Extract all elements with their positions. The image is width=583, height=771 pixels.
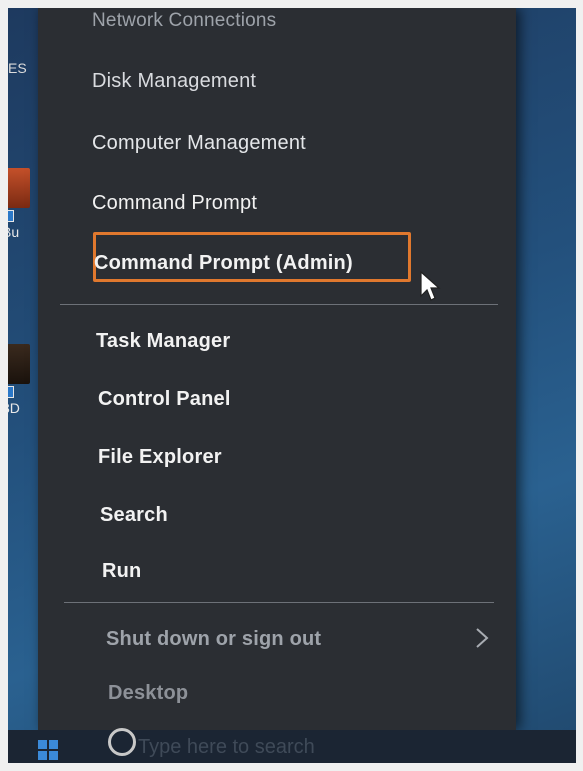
taskbar-search-box[interactable]: Type here to search bbox=[138, 736, 315, 759]
menu-item-run[interactable]: Run bbox=[102, 560, 141, 583]
menu-item-search[interactable]: Search bbox=[100, 504, 168, 527]
photo-frame: ES Bu 3D Network Connections Disk Manage… bbox=[0, 0, 583, 771]
menu-item-control-panel[interactable]: Control Panel bbox=[98, 388, 231, 411]
desktop-icon-2-thumb bbox=[8, 344, 30, 384]
desktop-icon-1-label: Bu bbox=[8, 224, 20, 240]
menu-item-command-prompt[interactable]: Command Prompt bbox=[92, 192, 257, 215]
menu-separator-2 bbox=[64, 602, 494, 603]
desktop-icon-2[interactable]: 3D bbox=[8, 344, 32, 416]
menu-item-computer-management[interactable]: Computer Management bbox=[92, 132, 306, 155]
menu-item-file-explorer[interactable]: File Explorer bbox=[98, 446, 222, 469]
chevron-right-icon[interactable] bbox=[474, 626, 490, 650]
desktop-icon-1[interactable]: Bu bbox=[8, 168, 32, 240]
menu-item-task-manager[interactable]: Task Manager bbox=[96, 330, 230, 353]
search-icon[interactable] bbox=[108, 728, 136, 756]
menu-item-command-prompt-admin[interactable]: Command Prompt (Admin) bbox=[94, 252, 353, 275]
menu-item-disk-management[interactable]: Disk Management bbox=[92, 70, 256, 93]
mouse-cursor-icon bbox=[420, 270, 441, 301]
menu-item-desktop[interactable]: Desktop bbox=[108, 682, 188, 705]
desktop-icon-2-label: 3D bbox=[8, 400, 20, 416]
winx-context-menu: Network Connections Disk Management Comp… bbox=[38, 8, 516, 730]
taskbar: Type here to search bbox=[8, 728, 576, 763]
desktop-screen: ES Bu 3D Network Connections Disk Manage… bbox=[8, 8, 576, 763]
desktop-icon-1-thumb bbox=[8, 168, 30, 208]
menu-item-shut-down-or-sign-out[interactable]: Shut down or sign out bbox=[106, 628, 321, 651]
shortcut-arrow-icon bbox=[8, 210, 14, 222]
shortcut-arrow-icon bbox=[8, 386, 14, 398]
menu-item-network-connections[interactable]: Network Connections bbox=[92, 10, 276, 32]
desktop-edge-text: ES bbox=[8, 60, 27, 76]
windows-logo-icon[interactable] bbox=[38, 740, 58, 760]
menu-separator-1 bbox=[60, 304, 498, 305]
